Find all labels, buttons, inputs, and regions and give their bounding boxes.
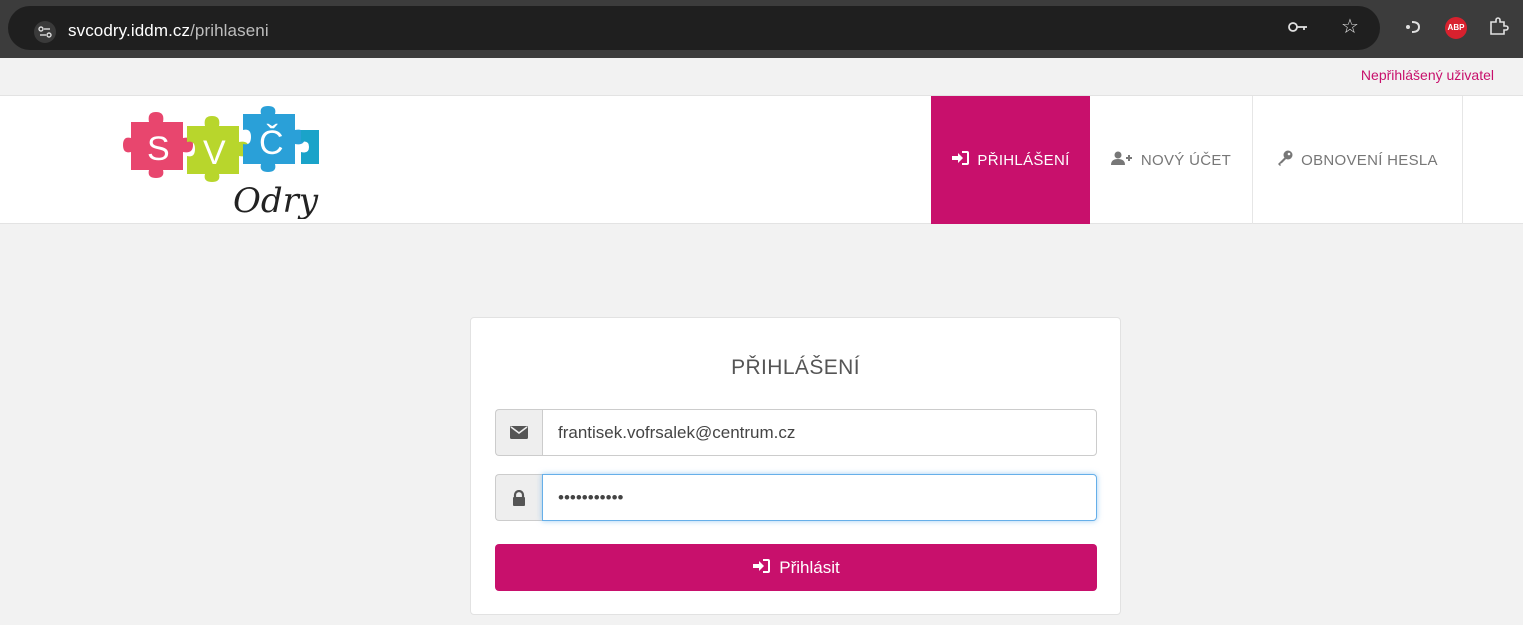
main-nav: PŘIHLÁŠENÍ NOVÝ ÚČET OBNOVENÍ HESLA bbox=[931, 96, 1463, 224]
adblock-icon[interactable]: ABP bbox=[1445, 17, 1467, 39]
nav-login-label: PŘIHLÁŠENÍ bbox=[977, 151, 1070, 169]
logo-letter-v: V bbox=[203, 134, 226, 172]
login-button[interactable]: Přihlásit bbox=[495, 544, 1097, 591]
login-card: PŘIHLÁŠENÍ Přihlásit bbox=[470, 317, 1121, 615]
extension-icon[interactable] bbox=[1402, 15, 1424, 45]
site-logo[interactable]: S V Č Odry bbox=[123, 104, 333, 221]
nav-password-reset-label: OBNOVENÍ HESLA bbox=[1301, 151, 1438, 169]
key-icon[interactable] bbox=[1287, 15, 1309, 45]
email-group bbox=[495, 409, 1097, 456]
browser-toolbar: svcodry.iddm.cz/prihlaseni ☆ ABP bbox=[0, 0, 1523, 58]
email-field[interactable] bbox=[542, 409, 1097, 456]
top-strip: Nepřihlášený uživatel bbox=[0, 58, 1523, 96]
nav-new-account-label: NOVÝ ÚČET bbox=[1140, 151, 1232, 169]
sign-in-icon bbox=[752, 558, 771, 578]
password-group bbox=[495, 474, 1097, 521]
login-button-label: Přihlásit bbox=[779, 557, 840, 577]
nav-password-reset[interactable]: OBNOVENÍ HESLA bbox=[1253, 96, 1463, 224]
user-plus-icon bbox=[1110, 151, 1133, 169]
sign-in-icon bbox=[951, 151, 970, 169]
nav-new-account[interactable]: NOVÝ ÚČET bbox=[1090, 96, 1253, 224]
puzzle-icon[interactable] bbox=[1487, 15, 1509, 45]
site-settings-icon[interactable] bbox=[34, 21, 56, 43]
logo-letter-s: S bbox=[147, 130, 170, 168]
logo-letter-c: Č bbox=[259, 124, 284, 162]
envelope-icon bbox=[495, 409, 542, 456]
site-header: S V Č Odry PŘIHLÁŠENÍ NOVÝ ÚČET OBNOVENÍ… bbox=[0, 96, 1523, 224]
star-icon[interactable]: ☆ bbox=[1341, 15, 1359, 39]
nav-login[interactable]: PŘIHLÁŠENÍ bbox=[931, 96, 1090, 224]
login-title: PŘIHLÁŠENÍ bbox=[731, 356, 860, 379]
url-text[interactable]: svcodry.iddm.cz/prihlaseni bbox=[68, 21, 269, 41]
key-icon bbox=[1277, 150, 1293, 170]
user-status: Nepřihlášený uživatel bbox=[1360, 67, 1494, 83]
address-bar[interactable]: svcodry.iddm.cz/prihlaseni bbox=[8, 6, 1380, 50]
logo-script: Odry bbox=[233, 181, 319, 219]
lock-icon bbox=[495, 474, 542, 521]
password-field[interactable] bbox=[542, 474, 1097, 521]
